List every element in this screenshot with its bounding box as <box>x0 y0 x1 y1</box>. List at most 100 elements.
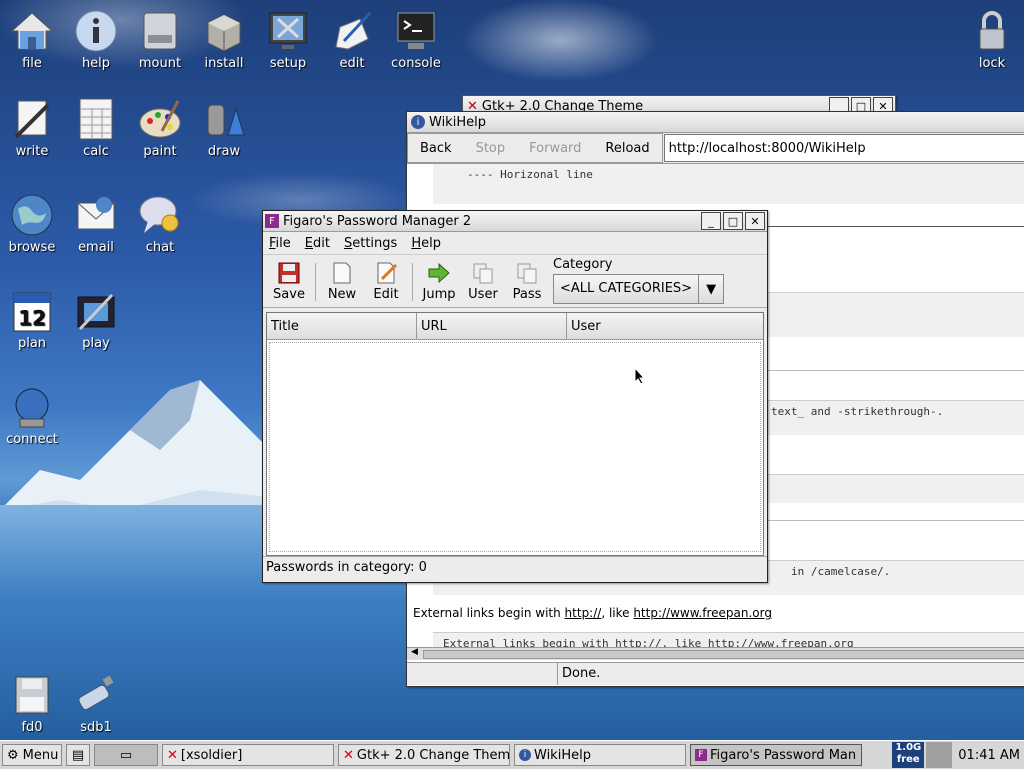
link-http[interactable]: http:// <box>565 606 602 620</box>
desktop-icon-paint[interactable]: paint <box>128 96 192 159</box>
desktop-icon-calc[interactable]: calc <box>64 96 128 159</box>
task-wikihelp[interactable]: i WikiHelp <box>514 744 686 766</box>
desktop-icon-install[interactable]: install <box>192 8 256 71</box>
column-url[interactable]: URL <box>417 313 567 339</box>
desktop-icon-label: setup <box>269 56 307 71</box>
chevron-down-icon[interactable]: ▼ <box>698 275 723 303</box>
info-icon <box>73 8 119 54</box>
menu-button[interactable]: ⚙ Menu <box>2 744 62 766</box>
fpm-app-icon: F <box>265 214 279 228</box>
scrollbar-thumb[interactable] <box>423 650 1024 659</box>
fpm-titlebar[interactable]: F Figaro's Password Manager 2 _ □ ✕ <box>263 211 767 232</box>
desktop-icon-browse[interactable]: browse <box>0 192 64 255</box>
task-label: Figaro's Password Man <box>710 747 857 763</box>
menu-file[interactable]: File <box>269 236 291 251</box>
maximize-button[interactable]: □ <box>723 212 743 230</box>
desktop: file help mount install setup edit conso… <box>0 0 1024 740</box>
menu-edit[interactable]: Edit <box>305 236 330 251</box>
x-icon: ✕ <box>343 747 354 763</box>
task-fpm[interactable]: F Figaro's Password Man <box>690 744 862 766</box>
taskbar: ⚙ Menu ▤ ▭ ✕ [xsoldier] ✕ Gtk+ 2.0 Chang… <box>0 740 1024 769</box>
back-button[interactable]: Back <box>408 134 464 162</box>
clock[interactable]: 01:41 AM <box>954 748 1024 763</box>
calendar-day-text: 12 <box>18 306 46 330</box>
category-select[interactable]: <ALL CATEGORIES> ▼ <box>553 274 725 304</box>
disk-free-indicator[interactable]: 1.0G free <box>892 742 925 768</box>
desktop-icon-lock[interactable]: lock <box>960 8 1024 71</box>
show-desktop-button[interactable]: ▭ <box>94 744 158 766</box>
jump-button[interactable]: Jump <box>417 255 461 302</box>
desktop-icon-mount[interactable]: mount <box>128 8 192 71</box>
status-text: Done. <box>562 666 601 681</box>
close-button[interactable]: ✕ <box>745 212 765 230</box>
reload-button[interactable]: Reload <box>593 134 661 162</box>
wikihelp-titlebar[interactable]: i WikiHelp <box>407 112 1024 133</box>
desktop-icon-fd0[interactable]: fd0 <box>0 672 64 735</box>
desktop-icon-edit[interactable]: edit <box>320 8 384 71</box>
box-icon <box>201 8 247 54</box>
desktop-icon-file[interactable]: file <box>0 8 64 71</box>
desktop-icon-connect[interactable]: connect <box>0 384 64 447</box>
link-freepan[interactable]: http://www.freepan.org <box>633 606 772 620</box>
x-icon: ✕ <box>167 747 178 763</box>
usb-drive-icon <box>73 672 119 718</box>
new-label: New <box>327 287 357 302</box>
stop-button[interactable]: Stop <box>464 134 518 162</box>
column-user[interactable]: User <box>567 313 763 339</box>
pen-icon <box>329 8 375 54</box>
fpm-title: Figaro's Password Manager 2 <box>283 213 472 229</box>
category-label: Category <box>553 257 613 272</box>
fpm-toolbar: Save New Edit Jump User Pass Category <A… <box>263 254 767 308</box>
globe-icon <box>9 192 55 238</box>
desktop-icon-label: draw <box>207 144 241 159</box>
url-input[interactable]: http://localhost:8000/WikiHelp <box>663 134 1024 162</box>
desktop-icon-email[interactable]: email <box>64 192 128 255</box>
desktop-icon-plan[interactable]: 12 plan <box>0 288 64 351</box>
task-gtk-theme[interactable]: ✕ Gtk+ 2.0 Change Theme <box>338 744 510 766</box>
save-button[interactable]: Save <box>267 255 311 302</box>
menu-help[interactable]: Help <box>411 236 441 251</box>
start-menu-icon: ⚙ <box>7 747 19 763</box>
desktop-icon-label: paint <box>143 144 177 159</box>
desktop-icon-label: lock <box>978 56 1006 71</box>
scroll-left-icon[interactable]: ◀ <box>411 647 418 657</box>
task-label: WikiHelp <box>534 747 591 763</box>
edit-button[interactable]: Edit <box>364 255 408 302</box>
wikihelp-title: WikiHelp <box>429 114 486 130</box>
desktop-icon-play[interactable]: play <box>64 288 128 351</box>
desktop-icon-write[interactable]: write <box>0 96 64 159</box>
desktop-icon-label: help <box>81 56 111 71</box>
fpm-app-icon: F <box>695 749 707 761</box>
pass-button[interactable]: Pass <box>505 255 549 302</box>
user-button[interactable]: User <box>461 255 505 302</box>
write-icon <box>9 96 55 142</box>
cpu-monitor[interactable] <box>926 742 953 768</box>
desktop-icon-label: console <box>391 56 441 71</box>
password-list[interactable]: Title URL User <box>266 312 764 556</box>
fpm-statusbar: Passwords in category: 0 <box>263 556 767 577</box>
desktop-icon-draw[interactable]: draw <box>192 96 256 159</box>
desktop-icon-label: mount <box>138 56 182 71</box>
desktop-icon-label: sdb1 <box>80 720 112 735</box>
info-icon: i <box>519 749 531 761</box>
minimize-button[interactable]: _ <box>701 212 721 230</box>
column-title[interactable]: Title <box>267 313 417 339</box>
desktop-icon-label: connect <box>6 432 58 447</box>
desktop-icon-setup[interactable]: setup <box>256 8 320 71</box>
desktop-icon-label: fd0 <box>21 720 43 735</box>
floppy-save-icon <box>277 261 301 285</box>
quicklaunch-button[interactable]: ▤ <box>66 744 90 766</box>
desktop-icon-console[interactable]: console <box>384 8 448 71</box>
fpm-window[interactable]: F Figaro's Password Manager 2 _ □ ✕ File… <box>262 210 768 583</box>
horizontal-scrollbar[interactable]: ◀ <box>407 647 1024 660</box>
menu-settings[interactable]: Settings <box>344 236 397 251</box>
drive-icon <box>137 8 183 54</box>
desktop-icon-chat[interactable]: chat <box>128 192 192 255</box>
calendar-icon: 12 <box>9 288 55 334</box>
desktop-icon-help[interactable]: help <box>64 8 128 71</box>
forward-button[interactable]: Forward <box>517 134 593 162</box>
task-xsoldier[interactable]: ✕ [xsoldier] <box>162 744 334 766</box>
password-list-body[interactable] <box>269 342 761 552</box>
desktop-icon-sdb1[interactable]: sdb1 <box>64 672 128 735</box>
new-button[interactable]: New <box>320 255 364 302</box>
